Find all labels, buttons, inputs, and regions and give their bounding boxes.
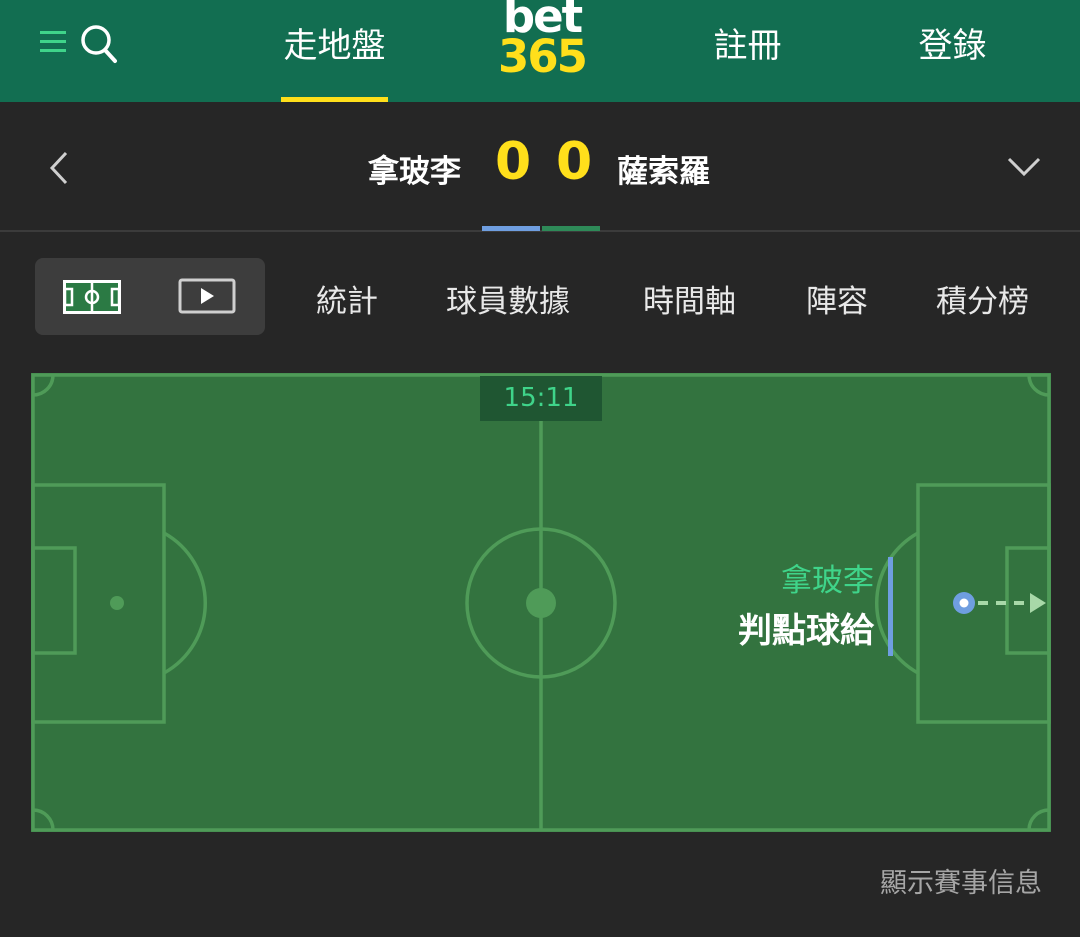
chevron-down-icon[interactable] <box>1006 154 1042 178</box>
match-clock: 15:11 <box>480 376 602 421</box>
video-view-icon[interactable] <box>178 278 236 314</box>
match-score-bar: 拿玻李 0 0 薩索羅 <box>0 102 1080 232</box>
event-team-name: 拿玻李 <box>781 563 874 599</box>
away-team-color-bar <box>542 226 600 231</box>
away-score: 0 <box>556 132 593 192</box>
show-match-info-link[interactable]: 顯示賽事信息 <box>880 861 1042 900</box>
search-icon[interactable] <box>80 24 118 64</box>
away-team-name: 薩索羅 <box>617 154 710 190</box>
tab-standings[interactable]: 積分榜 <box>936 276 1029 321</box>
pitch-view-icon[interactable] <box>63 280 121 314</box>
bet365-logo[interactable]: bet 365 <box>492 0 592 86</box>
tab-timeline[interactable]: 時間軸 <box>643 276 736 321</box>
home-score: 0 <box>495 132 532 192</box>
back-arrow-icon[interactable] <box>46 150 72 186</box>
ball-position-marker-icon <box>953 592 1046 614</box>
home-team-name: 拿玻李 <box>368 154 461 190</box>
tab-stats[interactable]: 統計 <box>316 276 378 321</box>
top-navigation-bar: 走地盤 bet 365 註冊 登錄 <box>0 0 1080 102</box>
view-toggle <box>35 258 265 335</box>
event-description: 判點球給 <box>738 611 874 651</box>
event-team-indicator <box>888 557 893 656</box>
login-link[interactable]: 登錄 <box>905 18 1000 67</box>
home-team-color-bar <box>482 226 540 231</box>
register-link[interactable]: 註冊 <box>700 18 795 67</box>
pitch-visualization <box>31 373 1051 832</box>
nav-in-play[interactable]: 走地盤 <box>281 18 388 67</box>
tab-lineup[interactable]: 陣容 <box>806 276 868 321</box>
menu-icon[interactable] <box>40 30 68 54</box>
tab-player-data[interactable]: 球員數據 <box>446 276 570 321</box>
logo-text-bottom: 365 <box>498 30 588 83</box>
